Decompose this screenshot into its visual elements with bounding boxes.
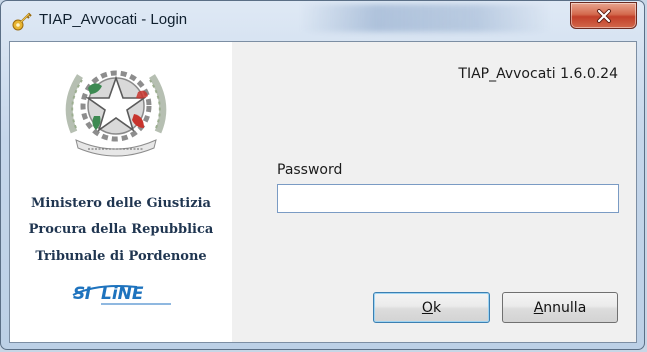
branding-panel: Ministero delle Giustizia Procura della …: [10, 42, 232, 342]
ok-button-accel: O: [421, 299, 433, 316]
ministry-line-3: Tribunale di Pordenone: [35, 249, 207, 264]
ok-button-label: k: [432, 299, 442, 316]
keys-icon: [12, 12, 32, 31]
italian-republic-emblem: [65, 70, 167, 157]
siline-logo: SI LiNE: [72, 284, 171, 305]
ok-button[interactable]: Ok: [373, 292, 490, 323]
login-form-panel: TIAP_Avvocati 1.6.0.24 Password Ok Annul…: [232, 42, 636, 342]
cancel-button-accel: A: [533, 299, 544, 316]
cancel-button-label: nnulla: [543, 299, 587, 316]
window-title: TIAP_Avvocati - Login: [39, 11, 188, 28]
svg-text:LiNE: LiNE: [101, 284, 144, 304]
ministry-line-1: Ministero delle Giustizia: [31, 196, 211, 211]
password-label: Password: [277, 162, 343, 178]
svg-text:SI: SI: [73, 284, 91, 304]
close-icon: [597, 9, 611, 23]
password-input[interactable]: [277, 184, 619, 213]
cancel-button[interactable]: Annulla: [502, 292, 618, 323]
ministry-line-2: Procura della Repubblica: [28, 222, 214, 237]
login-window: TIAP_Avvocati - Login Ministero delle Gi…: [0, 0, 645, 350]
titlebar-background: [301, 4, 551, 32]
dialog-body: Ministero delle Giustizia Procura della …: [9, 41, 637, 343]
app-version: TIAP_Avvocati 1.6.0.24: [458, 66, 618, 82]
title-bar[interactable]: TIAP_Avvocati - Login: [1, 1, 644, 37]
close-button[interactable]: [570, 2, 637, 29]
